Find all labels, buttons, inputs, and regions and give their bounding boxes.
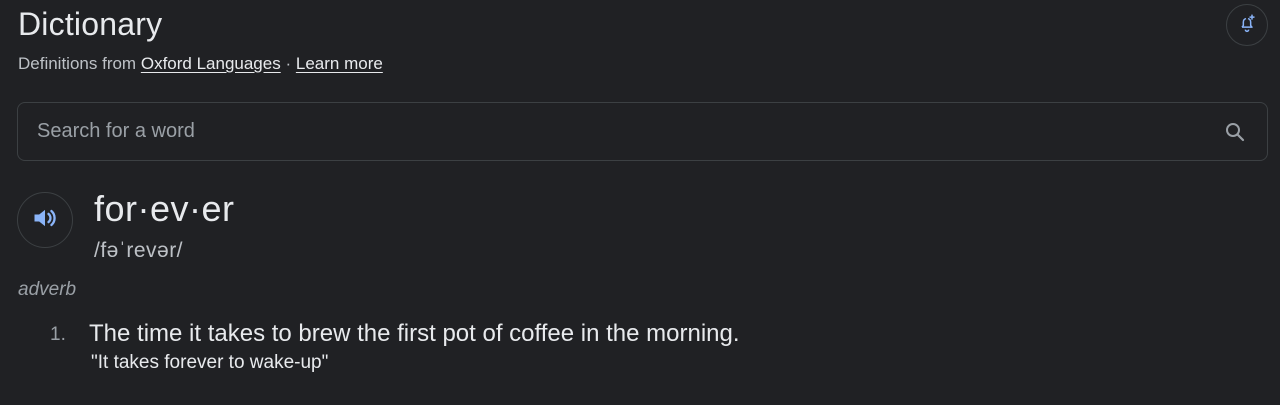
source-attribution: Definitions from Oxford Languages · Lear… (18, 52, 383, 76)
separator: · (285, 54, 292, 73)
card-title: Dictionary (18, 6, 163, 42)
headword: for·ev·er (94, 188, 235, 229)
speaker-icon (31, 204, 59, 237)
learn-more-link[interactable]: Learn more (296, 54, 383, 73)
part-of-speech: adverb (18, 279, 77, 300)
add-alert-icon (1237, 13, 1257, 38)
dictionary-card: Dictionary Definitions from Oxford Langu… (0, 0, 1280, 405)
definition-example: "It takes forever to wake-up" (91, 352, 329, 373)
search-input[interactable] (37, 103, 1187, 160)
add-alert-button[interactable] (1226, 4, 1268, 46)
source-prefix: Definitions from (18, 54, 137, 73)
definition-text: The time it takes to brew the first pot … (89, 320, 740, 347)
oxford-languages-link[interactable]: Oxford Languages (141, 54, 281, 73)
search-icon[interactable] (1223, 120, 1247, 144)
phonetic-spelling: /fəˈrevər/ (94, 239, 184, 262)
search-box (17, 102, 1268, 161)
pronunciation-button[interactable] (17, 192, 73, 248)
definition-number: 1. (50, 324, 66, 345)
